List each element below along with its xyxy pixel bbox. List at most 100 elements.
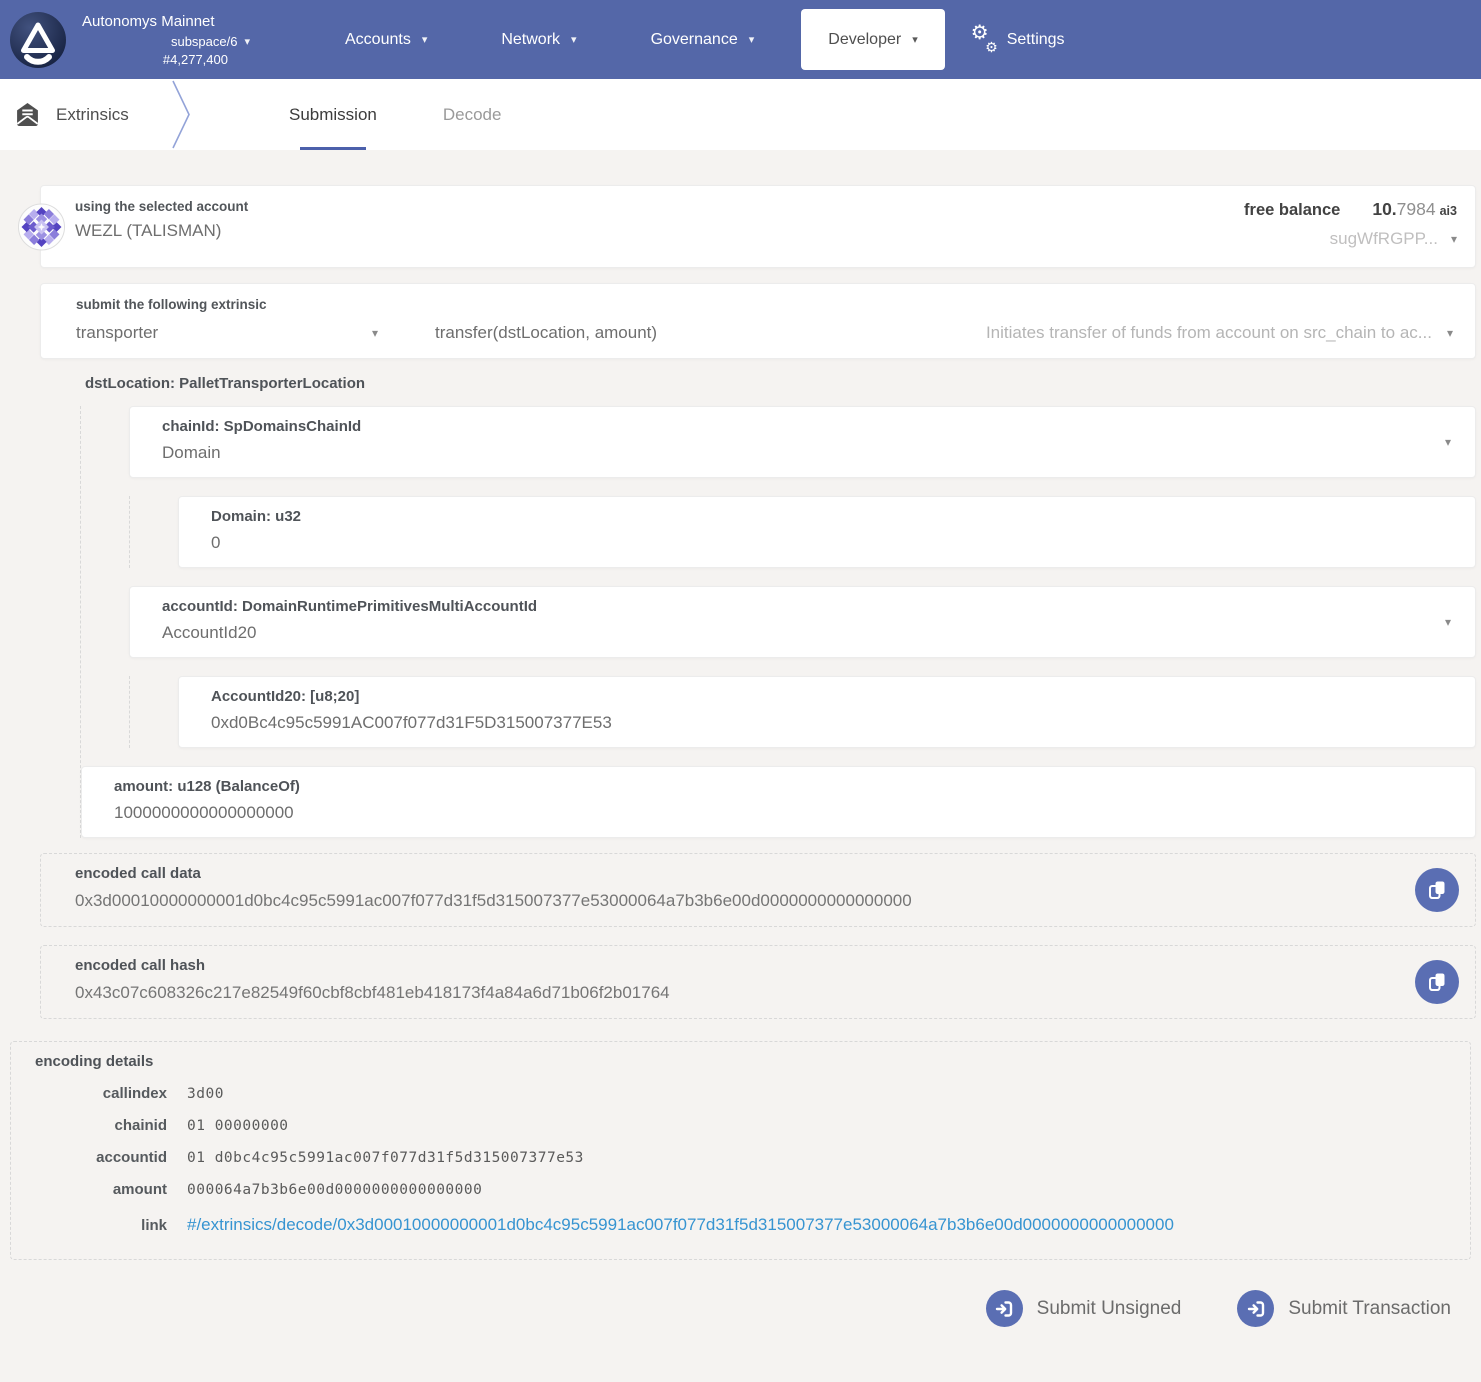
chevron-down-icon: ▾ — [372, 326, 378, 340]
extrinsics-envelope-icon — [14, 102, 41, 127]
encoded-call-data-label: encoded call data — [75, 865, 1385, 882]
main-content: using the selected account WEZL (TALISMA… — [0, 150, 1481, 1327]
chain-spec: subspace/6 — [171, 34, 238, 49]
encoding-details-title: encoding details — [35, 1053, 1450, 1070]
tab-decode-label: Decode — [443, 105, 502, 125]
detail-row-link: link #/extrinsics/decode/0x3d00010000000… — [35, 1215, 1450, 1235]
decode-link[interactable]: #/extrinsics/decode/0x3d00010000000001d0… — [187, 1215, 1174, 1235]
detail-value: 01 00000000 — [187, 1118, 289, 1134]
menu-governance[interactable]: Governance ▾ — [614, 0, 792, 79]
method-select[interactable]: transfer(dstLocation, amount) — [435, 323, 657, 343]
account-select-card: using the selected account WEZL (TALISMA… — [40, 185, 1476, 268]
copy-call-data-button[interactable] — [1415, 868, 1459, 912]
gears-icon: ⚙ ⚙ — [971, 27, 998, 53]
sign-in-icon — [1237, 1290, 1274, 1327]
encoded-call-data-value: 0x3d00010000000001d0bc4c95c5991ac007f077… — [75, 891, 1385, 911]
param-accountid20-label: AccountId20: [u8;20] — [211, 688, 1415, 705]
menu-governance-label: Governance — [651, 31, 738, 49]
extrinsic-params: dstLocation: PalletTransporterLocation c… — [80, 359, 1476, 838]
extrinsic-select-card: submit the following extrinsic transport… — [40, 283, 1476, 359]
param-accountid20-value: 0xd0Bc4c95c5991AC007f077d31F5D315007377E… — [211, 713, 1415, 733]
menu-accounts-label: Accounts — [345, 31, 411, 49]
account-address-short: sugWfRGPP... — [1330, 229, 1438, 249]
copy-call-hash-button[interactable] — [1415, 960, 1459, 1004]
param-domain-value: 0 — [211, 533, 1415, 553]
submit-actions: Submit Unsigned Submit Transaction — [0, 1290, 1451, 1327]
method-signature: transfer(dstLocation, amount) — [435, 323, 657, 342]
param-accountid-select[interactable]: accountId: DomainRuntimePrimitivesMultiA… — [129, 586, 1476, 658]
detail-label: amount — [35, 1181, 167, 1198]
chevron-down-icon: ▾ — [1451, 232, 1457, 246]
method-description-dropdown[interactable]: Initiates transfer of funds from account… — [657, 323, 1453, 343]
tab-submission[interactable]: Submission — [256, 79, 410, 150]
top-navbar: Autonomys Mainnet subspace/6 ▾ #4,277,40… — [0, 0, 1481, 79]
account-balance-block: free balance 10.7984ai3 sugWfRGPP... ▾ — [1244, 199, 1457, 249]
param-level-2b: AccountId20: [u8;20] 0xd0Bc4c95c5991AC00… — [129, 676, 1476, 748]
param-dstlocation-label: dstLocation: PalletTransporterLocation — [80, 359, 1476, 406]
pallet-name: transporter — [76, 323, 158, 343]
menu-network[interactable]: Network ▾ — [464, 0, 613, 79]
detail-row-amount: amount 000064a7b3b6e00d0000000000000000 — [35, 1181, 1450, 1198]
submit-transaction-label: Submit Transaction — [1288, 1298, 1451, 1320]
detail-label: chainid — [35, 1117, 167, 1134]
param-chainid-select[interactable]: chainId: SpDomainsChainId Domain ▾ — [129, 406, 1476, 478]
main-menu: Accounts ▾ Network ▾ Governance ▾ Develo… — [308, 0, 1065, 79]
sign-in-icon — [986, 1290, 1023, 1327]
tab-submission-label: Submission — [289, 105, 377, 125]
menu-settings[interactable]: ⚙ ⚙ Settings — [955, 27, 1065, 53]
chevron-down-icon: ▾ — [912, 33, 918, 46]
menu-settings-label: Settings — [1007, 31, 1065, 49]
detail-value: 3d00 — [187, 1086, 224, 1102]
tabs: Submission Decode — [256, 79, 534, 150]
copy-icon — [1426, 879, 1448, 901]
extrinsic-section-label: submit the following extrinsic — [41, 297, 1475, 312]
param-level-2a: Domain: u32 0 — [129, 496, 1476, 568]
param-chainid-value: Domain — [162, 443, 1415, 463]
menu-developer[interactable]: Developer ▾ — [801, 9, 944, 70]
detail-row-accountid: accountid 01 d0bc4c95c5991ac007f077d31f5… — [35, 1149, 1450, 1166]
param-amount-input[interactable]: amount: u128 (BalanceOf) 100000000000000… — [81, 766, 1476, 838]
detail-label: accountid — [35, 1149, 167, 1166]
param-domain-input[interactable]: Domain: u32 0 — [178, 496, 1476, 568]
chevron-down-icon: ▾ — [422, 33, 428, 46]
tab-decode[interactable]: Decode — [410, 79, 535, 150]
param-domain-label: Domain: u32 — [211, 508, 1415, 525]
param-level-1: chainId: SpDomainsChainId Domain ▾ Domai… — [80, 406, 1476, 838]
detail-row-chainid: chainid 01 00000000 — [35, 1117, 1450, 1134]
detail-row-callindex: callindex 3d00 — [35, 1085, 1450, 1102]
account-address-toggle[interactable]: sugWfRGPP... ▾ — [1244, 229, 1457, 249]
encoding-details-box: encoding details callindex 3d00 chainid … — [10, 1041, 1471, 1260]
detail-label: callindex — [35, 1085, 167, 1102]
account-identicon — [18, 203, 65, 250]
detail-value: 000064a7b3b6e00d0000000000000000 — [187, 1182, 482, 1198]
param-amount-value: 1000000000000000000 — [114, 803, 1415, 823]
chain-selector[interactable]: Autonomys Mainnet subspace/6 ▾ #4,277,40… — [82, 13, 250, 67]
submit-transaction-button[interactable]: Submit Transaction — [1237, 1290, 1451, 1327]
network-name: Autonomys Mainnet — [82, 13, 215, 30]
breadcrumb-chevron — [168, 79, 194, 150]
chevron-down-icon: ▾ — [244, 35, 250, 48]
chevron-down-icon: ▾ — [1447, 326, 1453, 340]
param-accountid20-input[interactable]: AccountId20: [u8;20] 0xd0Bc4c95c5991AC00… — [178, 676, 1476, 748]
free-balance-value: 10.7984ai3 — [1372, 199, 1457, 220]
menu-network-label: Network — [501, 31, 560, 49]
encoded-call-hash-box: encoded call hash 0x43c07c608326c217e825… — [40, 945, 1476, 1019]
encoded-call-hash-label: encoded call hash — [75, 957, 1385, 974]
chevron-down-icon: ▾ — [571, 33, 577, 46]
pallet-select[interactable]: transporter ▾ — [76, 323, 378, 343]
param-accountid-label: accountId: DomainRuntimePrimitivesMultiA… — [162, 598, 1415, 615]
param-accountid-value: AccountId20 — [162, 623, 1415, 643]
param-chainid-label: chainId: SpDomainsChainId — [162, 418, 1415, 435]
menu-accounts[interactable]: Accounts ▾ — [308, 0, 464, 79]
param-amount-label: amount: u128 (BalanceOf) — [114, 778, 1415, 795]
best-block-number: #4,277,400 — [163, 52, 228, 67]
page-title: Extrinsics — [56, 105, 129, 125]
encoded-call-hash-value: 0x43c07c608326c217e82549f60cbf8cbf481eb4… — [75, 983, 1385, 1003]
detail-label: link — [35, 1217, 167, 1234]
tab-bar: Extrinsics Submission Decode — [0, 79, 1481, 150]
chevron-down-icon: ▾ — [1445, 435, 1451, 449]
free-balance-label: free balance — [1244, 201, 1340, 220]
autonomys-logo-icon[interactable] — [10, 12, 66, 68]
submit-unsigned-button[interactable]: Submit Unsigned — [986, 1290, 1182, 1327]
section-header: Extrinsics — [0, 79, 168, 150]
